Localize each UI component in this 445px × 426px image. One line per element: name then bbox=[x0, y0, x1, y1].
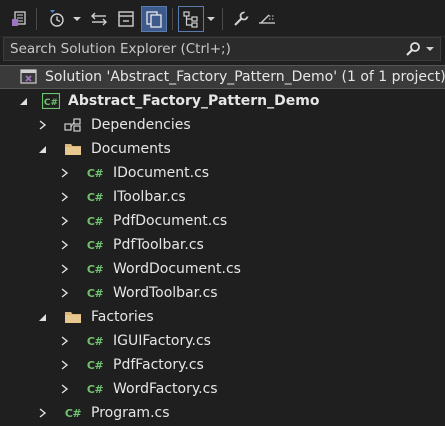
collapsed-arrow-icon[interactable] bbox=[58, 215, 70, 227]
tree-item-label: Documents bbox=[91, 141, 171, 157]
csharp-file-icon: C# bbox=[64, 406, 82, 420]
csharp-file-icon: C# bbox=[86, 238, 104, 252]
csharp-file-icon: C# bbox=[86, 166, 104, 180]
search-input[interactable]: Search Solution Explorer (Ctrl+;) bbox=[10, 41, 404, 57]
project-node[interactable]: C# Abstract_Factory_Pattern_Demo bbox=[0, 89, 445, 113]
tree-item-label: Factories bbox=[91, 309, 154, 325]
tree-item-file[interactable]: C# PdfFactory.cs bbox=[0, 353, 445, 377]
show-all-files-icon[interactable] bbox=[141, 6, 167, 32]
history-icon[interactable] bbox=[44, 6, 70, 32]
toolbar-separator bbox=[172, 8, 173, 30]
sync-icon[interactable] bbox=[88, 6, 110, 32]
csharp-project-icon: C# bbox=[42, 93, 60, 109]
tree-item-file[interactable]: C# PdfDocument.cs bbox=[0, 209, 445, 233]
tree-item-file[interactable]: C# WordDocument.cs bbox=[0, 257, 445, 281]
collapsed-arrow-icon[interactable] bbox=[58, 383, 70, 395]
dependencies-icon bbox=[64, 117, 82, 133]
tree-item-file[interactable]: C# IToolbar.cs bbox=[0, 185, 445, 209]
tree-item-label: WordDocument.cs bbox=[113, 261, 241, 277]
collapsed-arrow-icon[interactable] bbox=[58, 287, 70, 299]
csharp-file-icon: C# bbox=[86, 262, 104, 276]
csharp-file-icon: C# bbox=[86, 190, 104, 204]
tree-item-label: WordToolbar.cs bbox=[113, 285, 218, 301]
expanded-arrow-icon[interactable] bbox=[36, 143, 48, 155]
switch-views-icon[interactable] bbox=[8, 6, 30, 32]
tree-item-file[interactable]: C# IDocument.cs bbox=[0, 161, 445, 185]
tree-item-label: Program.cs bbox=[91, 405, 170, 421]
csharp-file-icon: C# bbox=[86, 334, 104, 348]
expanded-arrow-icon[interactable] bbox=[36, 311, 48, 323]
tree-item-label: PdfToolbar.cs bbox=[113, 237, 204, 253]
tree-item-label: PdfFactory.cs bbox=[113, 357, 204, 373]
dropdown-arrow-icon[interactable] bbox=[206, 6, 216, 32]
folder-icon bbox=[64, 309, 82, 325]
collapsed-arrow-icon[interactable] bbox=[36, 119, 48, 131]
solution-label: Solution 'Abstract_Factory_Pattern_Demo'… bbox=[45, 69, 445, 85]
collapse-all-icon[interactable] bbox=[115, 6, 137, 32]
collapsed-arrow-icon[interactable] bbox=[36, 407, 48, 419]
dropdown-arrow-icon[interactable] bbox=[72, 6, 82, 32]
scope-icon[interactable] bbox=[178, 6, 204, 32]
expanded-arrow-icon[interactable] bbox=[17, 95, 29, 107]
properties-wrench-icon[interactable] bbox=[230, 6, 252, 32]
tree-item-label: PdfDocument.cs bbox=[113, 213, 228, 229]
tree-item-dependencies[interactable]: Dependencies bbox=[0, 113, 445, 137]
toolbar-separator bbox=[36, 8, 37, 30]
collapsed-arrow-icon[interactable] bbox=[58, 359, 70, 371]
project-label: Abstract_Factory_Pattern_Demo bbox=[68, 93, 320, 109]
tree-item-factories-folder[interactable]: Factories bbox=[0, 305, 445, 329]
collapsed-arrow-icon[interactable] bbox=[58, 239, 70, 251]
tree-item-file[interactable]: C# PdfToolbar.cs bbox=[0, 233, 445, 257]
tree-item-documents-folder[interactable]: Documents bbox=[0, 137, 445, 161]
preview-selected-icon[interactable] bbox=[256, 6, 278, 32]
folder-icon bbox=[64, 141, 82, 157]
toolbar-separator bbox=[222, 8, 223, 30]
tree-item-file[interactable]: C# WordFactory.cs bbox=[0, 377, 445, 401]
svg-text:C#: C# bbox=[44, 98, 58, 108]
solution-node[interactable]: Solution 'Abstract_Factory_Pattern_Demo'… bbox=[0, 65, 445, 89]
csharp-file-icon: C# bbox=[86, 358, 104, 372]
tree-item-label: IToolbar.cs bbox=[113, 189, 186, 205]
search-box[interactable]: Search Solution Explorer (Ctrl+;) bbox=[3, 37, 441, 61]
tree-item-file[interactable]: C# IGUIFactory.cs bbox=[0, 329, 445, 353]
collapsed-arrow-icon[interactable] bbox=[58, 335, 70, 347]
toolbar bbox=[0, 0, 445, 37]
search-options-dropdown-icon[interactable] bbox=[426, 46, 434, 52]
collapsed-arrow-icon[interactable] bbox=[58, 191, 70, 203]
tree-item-label: IDocument.cs bbox=[113, 165, 210, 181]
tree-item-label: IGUIFactory.cs bbox=[113, 333, 211, 349]
tree-item-file[interactable]: C# Program.cs bbox=[0, 401, 445, 425]
collapsed-arrow-icon[interactable] bbox=[58, 167, 70, 179]
csharp-file-icon: C# bbox=[86, 214, 104, 228]
solution-icon bbox=[20, 69, 38, 85]
search-icon[interactable] bbox=[404, 41, 422, 57]
collapsed-arrow-icon[interactable] bbox=[58, 263, 70, 275]
tree-item-label: WordFactory.cs bbox=[113, 381, 218, 397]
csharp-file-icon: C# bbox=[86, 382, 104, 396]
tree-item-label: Dependencies bbox=[91, 117, 191, 133]
tree-item-file[interactable]: C# WordToolbar.cs bbox=[0, 281, 445, 305]
csharp-file-icon: C# bbox=[86, 286, 104, 300]
